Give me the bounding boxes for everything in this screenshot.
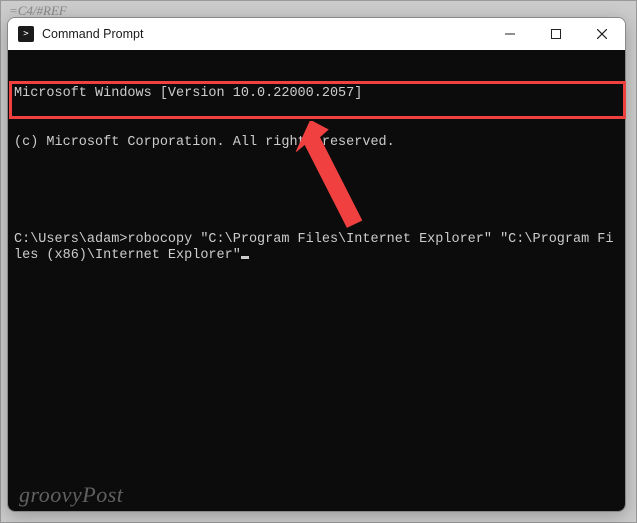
terminal-command-line: C:\Users\adam>robocopy "C:\Program Files… bbox=[14, 232, 619, 264]
close-icon bbox=[597, 29, 607, 39]
terminal-line: (c) Microsoft Corporation. All rights re… bbox=[14, 135, 619, 151]
titlebar[interactable]: Command Prompt bbox=[8, 18, 625, 50]
terminal-cursor bbox=[241, 256, 249, 259]
cmd-icon bbox=[18, 26, 34, 42]
terminal-line: Microsoft Windows [Version 10.0.22000.20… bbox=[14, 86, 619, 102]
terminal-area[interactable]: Microsoft Windows [Version 10.0.22000.20… bbox=[8, 50, 625, 511]
minimize-icon bbox=[505, 29, 515, 39]
maximize-icon bbox=[551, 29, 561, 39]
terminal-prompt: C:\Users\adam> bbox=[14, 232, 127, 247]
window-title: Command Prompt bbox=[42, 27, 143, 41]
close-button[interactable] bbox=[579, 18, 625, 50]
maximize-button[interactable] bbox=[533, 18, 579, 50]
minimize-button[interactable] bbox=[487, 18, 533, 50]
terminal-blank-line bbox=[14, 184, 619, 200]
command-prompt-window: Command Prompt Microsoft Windows [Versio… bbox=[7, 17, 626, 512]
